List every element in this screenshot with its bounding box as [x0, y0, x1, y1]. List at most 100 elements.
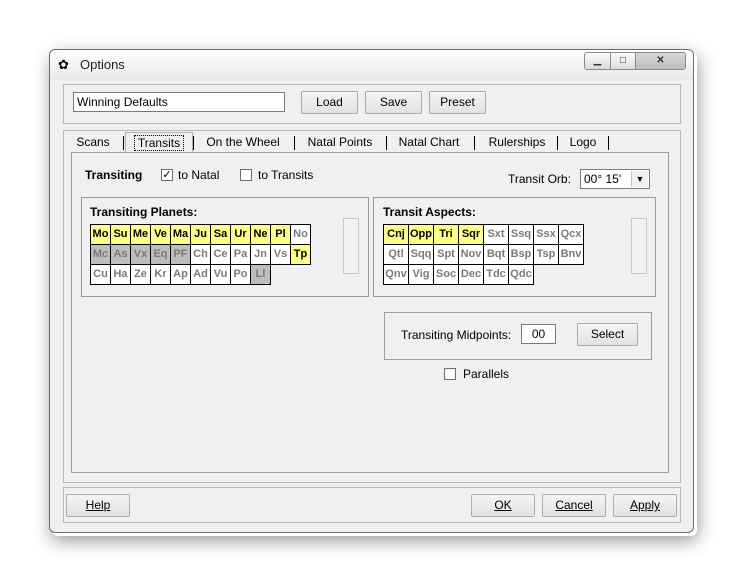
- aspect-cell[interactable]: Dec: [458, 264, 484, 285]
- midpoints-label: Transiting Midpoints:: [401, 328, 512, 342]
- planet-cell[interactable]: Ll: [250, 264, 271, 285]
- planet-cell[interactable]: Kr: [150, 264, 171, 285]
- planet-cell[interactable]: Pl: [270, 224, 291, 245]
- planet-cell[interactable]: Sa: [210, 224, 231, 245]
- planet-cell[interactable]: Vx: [130, 244, 151, 265]
- parallels-checkbox[interactable]: [444, 368, 456, 380]
- cancel-button[interactable]: Cancel: [542, 494, 606, 517]
- cancel-label: Cancel: [555, 498, 593, 512]
- planet-cell[interactable]: Ze: [130, 264, 151, 285]
- aspect-cell[interactable]: Opp: [408, 224, 434, 245]
- transit-orb-select[interactable]: 00° 15' ▼: [580, 169, 650, 189]
- tab-logo[interactable]: Logo: [565, 132, 601, 152]
- aspects-title: Transit Aspects:: [383, 205, 476, 219]
- transiting-label: Transiting: [85, 168, 143, 182]
- tab-on-the-wheel-label: On the Wheel: [206, 135, 280, 149]
- midpoints-input[interactable]: 00: [521, 324, 556, 344]
- tab-separator: [294, 136, 295, 150]
- aspect-cell[interactable]: Sqr: [458, 224, 484, 245]
- tab-natal-points-label: Natal Points: [307, 135, 373, 149]
- planet-cell[interactable]: Me: [130, 224, 151, 245]
- to-transits-checkbox[interactable]: [240, 169, 252, 181]
- aspect-cell[interactable]: Sxt: [483, 224, 509, 245]
- to-natal-label: to Natal: [178, 168, 220, 182]
- planets-title: Transiting Planets:: [90, 205, 198, 219]
- midpoints-select-button[interactable]: Select: [577, 323, 638, 346]
- help-button[interactable]: Help: [66, 494, 130, 517]
- tab-separator: [386, 136, 387, 150]
- aspect-cell[interactable]: Soc: [433, 264, 459, 285]
- planet-cell[interactable]: Tp: [290, 244, 311, 265]
- aspect-cell[interactable]: Tsp: [533, 244, 559, 265]
- planet-cell[interactable]: Ne: [250, 224, 271, 245]
- planet-cell[interactable]: Su: [110, 224, 131, 245]
- preset-name-input[interactable]: Winning Defaults: [73, 92, 285, 112]
- tab-logo-label: Logo: [569, 135, 597, 149]
- planet-cell[interactable]: Ch: [190, 244, 211, 265]
- planet-cell[interactable]: Vu: [210, 264, 231, 285]
- planet-cell[interactable]: PF: [170, 244, 191, 265]
- planet-cell[interactable]: Ur: [230, 224, 251, 245]
- aspect-cell[interactable]: Qnv: [383, 264, 409, 285]
- client-area: Winning Defaults Load Save Preset Scans …: [50, 50, 693, 532]
- planet-cell[interactable]: Ju: [190, 224, 211, 245]
- planet-cell[interactable]: No: [290, 224, 311, 245]
- planet-cell[interactable]: Mc: [90, 244, 111, 265]
- tab-natal-chart-label: Natal Chart: [398, 135, 460, 149]
- tab-transits[interactable]: Transits: [125, 132, 193, 153]
- planet-cell[interactable]: Ce: [210, 244, 231, 265]
- tab-separator: [123, 136, 124, 150]
- apply-button[interactable]: Apply: [613, 494, 677, 517]
- aspect-cell[interactable]: Nov: [458, 244, 484, 265]
- parallels-label: Parallels: [463, 367, 510, 381]
- transit-orb-value: 00° 15': [584, 172, 622, 186]
- aspect-cell[interactable]: Bsp: [508, 244, 534, 265]
- tab-transits-label: Transits: [133, 135, 185, 151]
- planet-cell[interactable]: As: [110, 244, 131, 265]
- tab-scans[interactable]: Scans: [70, 132, 116, 152]
- aspect-cell[interactable]: Tri: [433, 224, 459, 245]
- aspect-cell[interactable]: Ssq: [508, 224, 534, 245]
- tab-natal-points[interactable]: Natal Points: [302, 132, 378, 152]
- apply-label: Apply: [629, 498, 661, 512]
- tab-separator: [193, 136, 194, 150]
- planet-cell[interactable]: Ap: [170, 264, 191, 285]
- aspects-scrollbar[interactable]: [631, 218, 647, 274]
- aspect-cell[interactable]: Bqt: [483, 244, 509, 265]
- aspect-cell[interactable]: Sqq: [408, 244, 434, 265]
- planet-cell[interactable]: Po: [230, 264, 251, 285]
- ok-button[interactable]: OK: [471, 494, 535, 517]
- tab-rulerships[interactable]: Rulerships: [482, 132, 552, 152]
- aspect-cell[interactable]: Bnv: [558, 244, 584, 265]
- planets-scrollbar[interactable]: [343, 218, 359, 274]
- planet-cell[interactable]: Ve: [150, 224, 171, 245]
- to-natal-checkbox[interactable]: ✓: [161, 169, 173, 181]
- aspect-cell[interactable]: Tdc: [483, 264, 509, 285]
- tab-on-the-wheel[interactable]: On the Wheel: [200, 132, 286, 152]
- planet-cell[interactable]: Eq: [150, 244, 171, 265]
- save-button[interactable]: Save: [365, 91, 422, 114]
- aspect-cell[interactable]: Spt: [433, 244, 459, 265]
- planet-cell[interactable]: Ha: [110, 264, 131, 285]
- aspect-cell[interactable]: Vig: [408, 264, 434, 285]
- planet-cell[interactable]: Pa: [230, 244, 251, 265]
- tab-separator: [474, 136, 475, 150]
- planet-cell[interactable]: Ma: [170, 224, 191, 245]
- aspect-cell[interactable]: Qtl: [383, 244, 409, 265]
- planet-cell[interactable]: Mo: [90, 224, 111, 245]
- planet-cell[interactable]: Cu: [90, 264, 111, 285]
- aspect-cell[interactable]: Cnj: [383, 224, 409, 245]
- tab-natal-chart[interactable]: Natal Chart: [394, 132, 464, 152]
- chevron-down-icon[interactable]: ▼: [631, 171, 648, 187]
- help-label: Help: [85, 498, 111, 512]
- aspect-cell[interactable]: Ssx: [533, 224, 559, 245]
- options-window: ✿ Options ▁ □ ✕ Winning Defaults Load Sa…: [49, 49, 694, 533]
- aspect-cell[interactable]: Qdc: [508, 264, 534, 285]
- load-button[interactable]: Load: [301, 91, 358, 114]
- planet-cell[interactable]: Ad: [190, 264, 211, 285]
- planet-cell[interactable]: Vs: [270, 244, 291, 265]
- aspect-cell[interactable]: Qcx: [558, 224, 584, 245]
- preset-button[interactable]: Preset: [429, 91, 486, 114]
- transit-orb-label: Transit Orb:: [508, 172, 571, 186]
- planet-cell[interactable]: Jn: [250, 244, 271, 265]
